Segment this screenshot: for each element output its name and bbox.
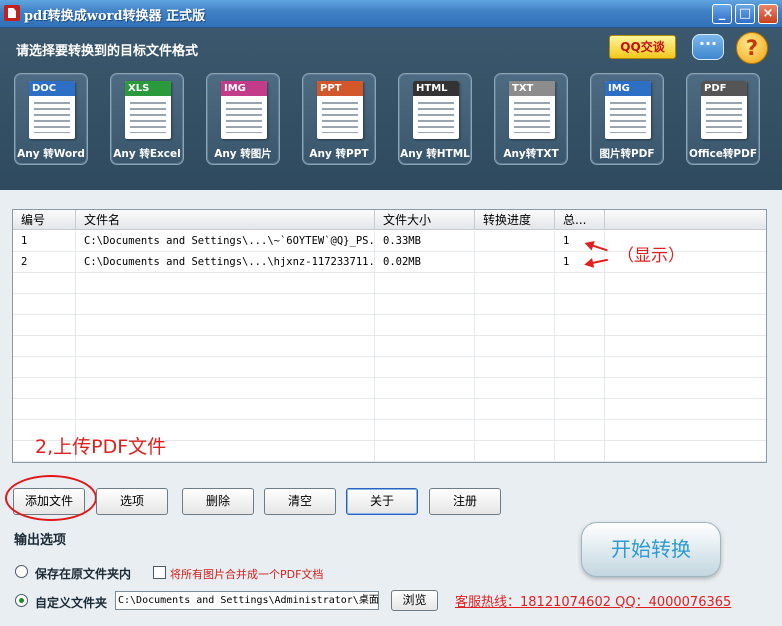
empty-row — [13, 336, 766, 357]
empty-row — [13, 357, 766, 378]
column-header-filename[interactable]: 文件名 — [76, 210, 375, 230]
tile-label: Any 转Word — [17, 148, 85, 160]
tile-image-to-pdf[interactable]: IMG 图片转PDF — [590, 73, 664, 165]
tile-tag: PDF — [701, 81, 747, 96]
options-button[interactable]: 选项 — [96, 488, 168, 515]
cell-filesize: 0.02MB — [375, 252, 475, 273]
tile-label: Any转TXT — [503, 148, 559, 160]
minimize-button[interactable]: _ — [712, 4, 732, 24]
chat-bubble-icon[interactable]: ··· — [692, 34, 724, 60]
custom-folder-radio[interactable] — [15, 594, 28, 607]
keep-original-radio[interactable] — [15, 565, 28, 578]
excel-doc-icon: XLS — [125, 81, 171, 139]
tile-any-to-txt[interactable]: TXT Any转TXT — [494, 73, 568, 165]
html-doc-icon: HTML — [413, 81, 459, 139]
register-button[interactable]: 注册 — [429, 488, 501, 515]
tile-tag: XLS — [125, 81, 171, 96]
txt-doc-icon: TXT — [509, 81, 555, 139]
cell-progress — [475, 252, 555, 273]
custom-folder-label[interactable]: 自定义文件夹 — [35, 594, 107, 611]
column-header-filesize[interactable]: 文件大小 — [375, 210, 475, 230]
image-doc-icon: IMG — [221, 81, 267, 139]
ppt-doc-icon: PPT — [317, 81, 363, 139]
cell-filesize: 0.33MB — [375, 231, 475, 252]
empty-row — [13, 378, 766, 399]
tile-tag: IMG — [221, 81, 267, 96]
tile-tag: HTML — [413, 81, 459, 96]
tile-office-to-pdf[interactable]: PDF Office转PDF — [686, 73, 760, 165]
service-hotline-link[interactable]: 客服热线：18121074602 QQ：4000076365 — [455, 591, 731, 610]
tile-any-to-excel[interactable]: XLS Any 转Excel — [110, 73, 184, 165]
tile-label: Office转PDF — [688, 148, 758, 160]
red-highlight-circle — [5, 475, 97, 521]
close-button[interactable]: × — [758, 4, 778, 24]
help-icon[interactable]: ? — [736, 32, 768, 64]
tile-label: 图片转PDF — [599, 148, 655, 160]
qq-chat-button[interactable]: QQ交谈 — [609, 35, 676, 59]
output-options-heading: 输出选项 — [14, 533, 67, 548]
empty-row — [13, 294, 766, 315]
pdf-app-icon — [4, 5, 20, 21]
start-convert-button[interactable]: 开始转换 — [581, 522, 721, 577]
tile-label: Any 转PPT — [309, 148, 369, 160]
browse-button[interactable]: 浏览 — [391, 590, 438, 611]
table-header: 编号 文件名 文件大小 转换进度 总... — [13, 210, 766, 230]
tile-tag: TXT — [509, 81, 555, 96]
title-bar: pdf转换成word转换器 正式版 _ □ × — [0, 0, 782, 28]
cell-progress — [475, 231, 555, 252]
column-header-total[interactable]: 总... — [555, 210, 605, 230]
word-doc-icon: DOC — [29, 81, 75, 139]
tile-label: Any 转图片 — [214, 148, 272, 160]
output-path-input[interactable]: C:\Documents and Settings\Administrator\… — [115, 591, 379, 610]
column-header-number[interactable]: 编号 — [13, 210, 76, 230]
tile-any-to-image[interactable]: IMG Any 转图片 — [206, 73, 280, 165]
merge-images-checkbox[interactable] — [153, 566, 166, 579]
about-button[interactable]: 关于 — [346, 488, 418, 515]
annotation-show: （显示） — [617, 246, 685, 266]
tile-any-to-word[interactable]: DOC Any 转Word — [14, 73, 88, 165]
cell-number: 2 — [13, 252, 76, 273]
annotation-upload-step: 2,上传PDF文件 — [35, 436, 167, 458]
pdf-doc-icon: PDF — [701, 81, 747, 139]
delete-button[interactable]: 删除 — [182, 488, 254, 515]
cell-total: 1 — [555, 231, 605, 252]
tile-tag: PPT — [317, 81, 363, 96]
cell-filename: C:\Documents and Settings\...\~`6OYTEW`@… — [76, 231, 375, 252]
format-heading: 请选择要转换到的目标文件格式 — [16, 44, 199, 59]
app-window: pdf转换成word转换器 正式版 _ □ × 请选择要转换到的目标文件格式 Q… — [0, 0, 782, 626]
tile-tag: IMG — [605, 81, 651, 96]
tile-label: Any 转HTML — [400, 148, 470, 160]
tile-tag: DOC — [29, 81, 75, 96]
merge-images-label[interactable]: 将所有图片合并成一个PDF文档 — [170, 566, 323, 582]
cell-filename: C:\Documents and Settings\...\hjxnz-1172… — [76, 252, 375, 273]
keep-original-label[interactable]: 保存在原文件夹内 — [35, 565, 131, 582]
tile-any-to-ppt[interactable]: PPT Any 转PPT — [302, 73, 376, 165]
empty-row — [13, 273, 766, 294]
tile-any-to-html[interactable]: HTML Any 转HTML — [398, 73, 472, 165]
image-pdf-doc-icon: IMG — [605, 81, 651, 139]
empty-row — [13, 399, 766, 420]
column-header-progress[interactable]: 转换进度 — [475, 210, 555, 230]
empty-row — [13, 315, 766, 336]
clear-button[interactable]: 清空 — [264, 488, 336, 515]
maximize-button[interactable]: □ — [735, 4, 755, 24]
cell-number: 1 — [13, 231, 76, 252]
tile-label: Any 转Excel — [113, 148, 181, 160]
window-title: pdf转换成word转换器 正式版 — [24, 9, 206, 24]
